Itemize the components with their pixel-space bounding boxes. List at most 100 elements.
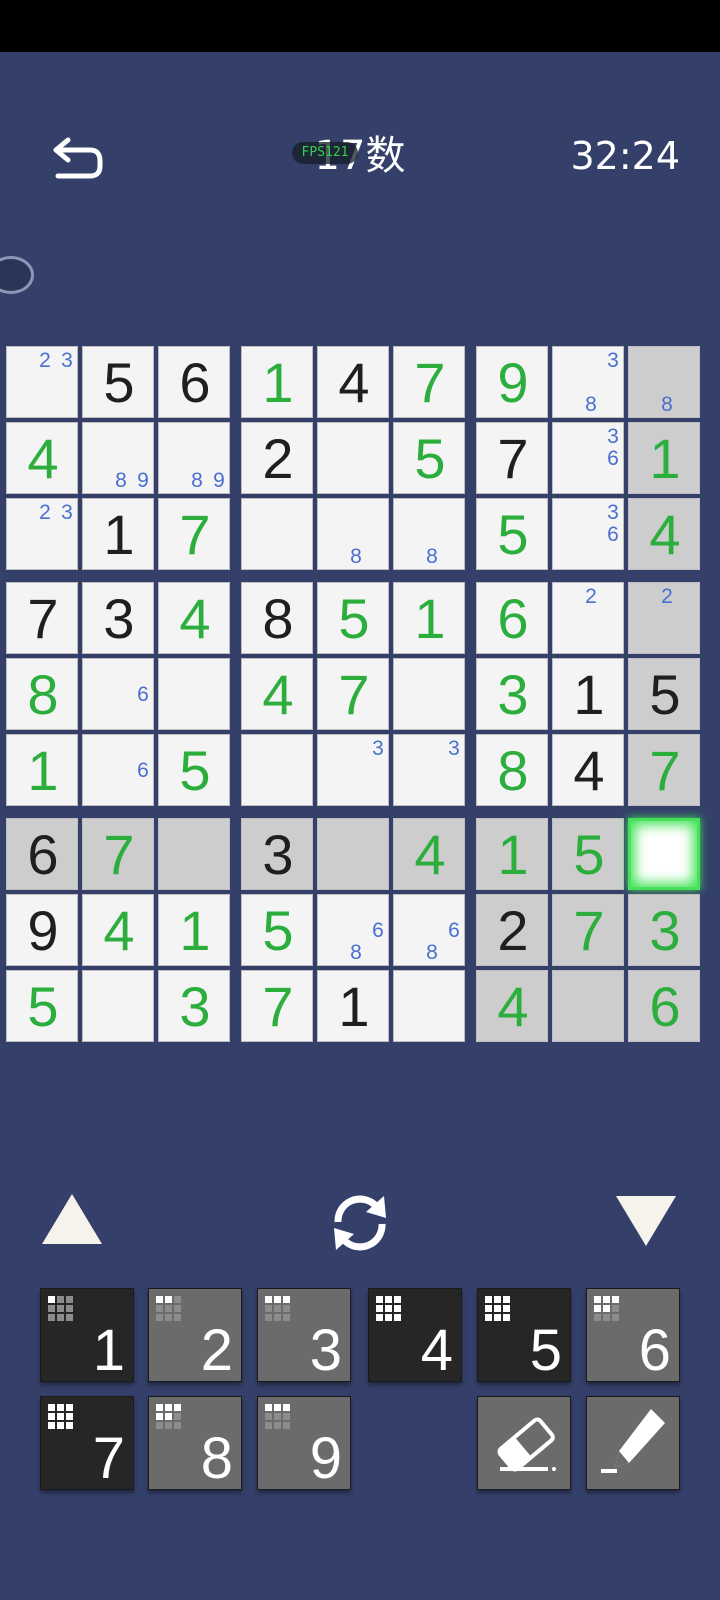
sudoku-cell[interactable]: 3 — [393, 734, 465, 806]
sudoku-cell[interactable]: 4 — [552, 734, 624, 806]
sudoku-cell[interactable]: 1 — [158, 894, 230, 966]
sudoku-cell[interactable]: 5 — [552, 818, 624, 890]
sudoku-cell[interactable]: 1 — [82, 498, 154, 570]
sudoku-cell[interactable]: 89 — [158, 422, 230, 494]
sudoku-cell[interactable]: 36 — [552, 422, 624, 494]
sudoku-cell[interactable]: 7 — [476, 422, 548, 494]
sudoku-cell[interactable]: 4 — [476, 970, 548, 1042]
sudoku-cell[interactable]: 5 — [317, 582, 389, 654]
sudoku-cell[interactable]: 7 — [628, 734, 700, 806]
sudoku-cell[interactable]: 3 — [628, 894, 700, 966]
sudoku-cell[interactable]: 23 — [6, 346, 78, 418]
sudoku-cell[interactable]: 89 — [82, 422, 154, 494]
sudoku-cell[interactable]: 3 — [476, 658, 548, 730]
sudoku-cell[interactable]: 5 — [393, 422, 465, 494]
sudoku-cell[interactable]: 7 — [393, 346, 465, 418]
sudoku-cell[interactable]: 2 — [552, 582, 624, 654]
number-key-4[interactable]: 4 — [368, 1288, 462, 1383]
number-key-5[interactable]: 5 — [477, 1288, 571, 1383]
pencil-note: 2 — [39, 501, 51, 524]
sudoku-cell[interactable] — [552, 970, 624, 1042]
sudoku-cell[interactable]: 6 — [476, 582, 548, 654]
sudoku-cell[interactable]: 8 — [317, 498, 389, 570]
pencil-note: 2 — [661, 585, 673, 608]
sudoku-cell[interactable] — [82, 970, 154, 1042]
sudoku-cell[interactable]: 4 — [6, 422, 78, 494]
sudoku-cell[interactable]: 68 — [393, 894, 465, 966]
number-key-1[interactable]: 1 — [40, 1288, 134, 1383]
sudoku-cell[interactable]: 3 — [317, 734, 389, 806]
number-key-3[interactable]: 3 — [257, 1288, 351, 1383]
sudoku-cell[interactable]: 7 — [552, 894, 624, 966]
sudoku-cell[interactable] — [317, 422, 389, 494]
sudoku-cell[interactable]: 7 — [317, 658, 389, 730]
pencil-button[interactable] — [586, 1396, 680, 1490]
number-key-9[interactable]: 9 — [257, 1396, 351, 1491]
sudoku-cell[interactable]: 9 — [6, 894, 78, 966]
sudoku-cell[interactable] — [241, 734, 313, 806]
sudoku-cell[interactable]: 36 — [552, 498, 624, 570]
sudoku-cell[interactable]: 7 — [158, 498, 230, 570]
sudoku-cell[interactable]: 6 — [82, 734, 154, 806]
sudoku-cell[interactable]: 4 — [158, 582, 230, 654]
sudoku-cell[interactable]: 23 — [6, 498, 78, 570]
sudoku-cell[interactable]: 4 — [82, 894, 154, 966]
sudoku-cell[interactable]: 7 — [6, 582, 78, 654]
sudoku-cell[interactable]: 5 — [6, 970, 78, 1042]
sudoku-cell[interactable]: 2 — [628, 582, 700, 654]
sudoku-cell[interactable]: 3 — [158, 970, 230, 1042]
sudoku-cell[interactable]: 6 — [6, 818, 78, 890]
sudoku-cell[interactable]: 1 — [241, 346, 313, 418]
sudoku-cell[interactable]: 9 — [476, 346, 548, 418]
sudoku-cell[interactable]: 38 — [552, 346, 624, 418]
sudoku-cell[interactable] — [158, 658, 230, 730]
sudoku-cell[interactable] — [317, 818, 389, 890]
pencil-note: 3 — [61, 501, 73, 524]
rotate-button[interactable] — [324, 1192, 396, 1254]
sudoku-cell[interactable]: 5 — [628, 658, 700, 730]
sudoku-cell[interactable]: 8 — [476, 734, 548, 806]
sudoku-cell[interactable]: 7 — [241, 970, 313, 1042]
sudoku-cell[interactable] — [393, 970, 465, 1042]
sudoku-cell[interactable] — [393, 658, 465, 730]
sudoku-cell[interactable]: 7 — [82, 818, 154, 890]
sudoku-cell[interactable]: 5 — [476, 498, 548, 570]
sudoku-cell[interactable]: 8 — [393, 498, 465, 570]
sudoku-cell[interactable]: 1 — [552, 658, 624, 730]
sudoku-cell[interactable]: 1 — [317, 970, 389, 1042]
sudoku-cell[interactable]: 2 — [241, 422, 313, 494]
number-key-2[interactable]: 2 — [148, 1288, 242, 1383]
pencil-note: 6 — [372, 919, 384, 942]
sudoku-cell[interactable]: 4 — [628, 498, 700, 570]
number-key-6[interactable]: 6 — [586, 1288, 680, 1383]
sudoku-cell[interactable]: 68 — [317, 894, 389, 966]
number-key-8[interactable]: 8 — [148, 1396, 242, 1491]
previous-button[interactable] — [40, 1190, 104, 1248]
sudoku-cell[interactable]: 1 — [628, 422, 700, 494]
sudoku-cell[interactable]: 3 — [82, 582, 154, 654]
sudoku-cell[interactable]: 3 — [241, 818, 313, 890]
sudoku-cell[interactable]: 6 — [628, 970, 700, 1042]
sudoku-cell[interactable]: 8 — [628, 346, 700, 418]
sudoku-cell[interactable] — [158, 818, 230, 890]
sudoku-cell[interactable]: 4 — [241, 658, 313, 730]
sudoku-cell[interactable]: 2 — [476, 894, 548, 966]
sudoku-cell[interactable] — [241, 498, 313, 570]
next-button[interactable] — [614, 1192, 678, 1250]
sudoku-cell[interactable]: 1 — [393, 582, 465, 654]
sudoku-cell[interactable]: 6 — [82, 658, 154, 730]
selected-cell[interactable] — [628, 818, 700, 890]
sudoku-cell[interactable]: 5 — [82, 346, 154, 418]
sudoku-cell[interactable]: 5 — [158, 734, 230, 806]
sudoku-cell[interactable]: 4 — [317, 346, 389, 418]
sudoku-cell[interactable]: 5 — [241, 894, 313, 966]
sudoku-cell[interactable]: 4 — [393, 818, 465, 890]
sudoku-cell[interactable]: 1 — [6, 734, 78, 806]
sudoku-cell[interactable]: 8 — [241, 582, 313, 654]
erase-button[interactable] — [477, 1396, 571, 1490]
number-key-7[interactable]: 7 — [40, 1396, 134, 1491]
sudoku-cell[interactable]: 8 — [6, 658, 78, 730]
entered-digit: 5 — [27, 975, 59, 1038]
sudoku-cell[interactable]: 6 — [158, 346, 230, 418]
sudoku-cell[interactable]: 1 — [476, 818, 548, 890]
